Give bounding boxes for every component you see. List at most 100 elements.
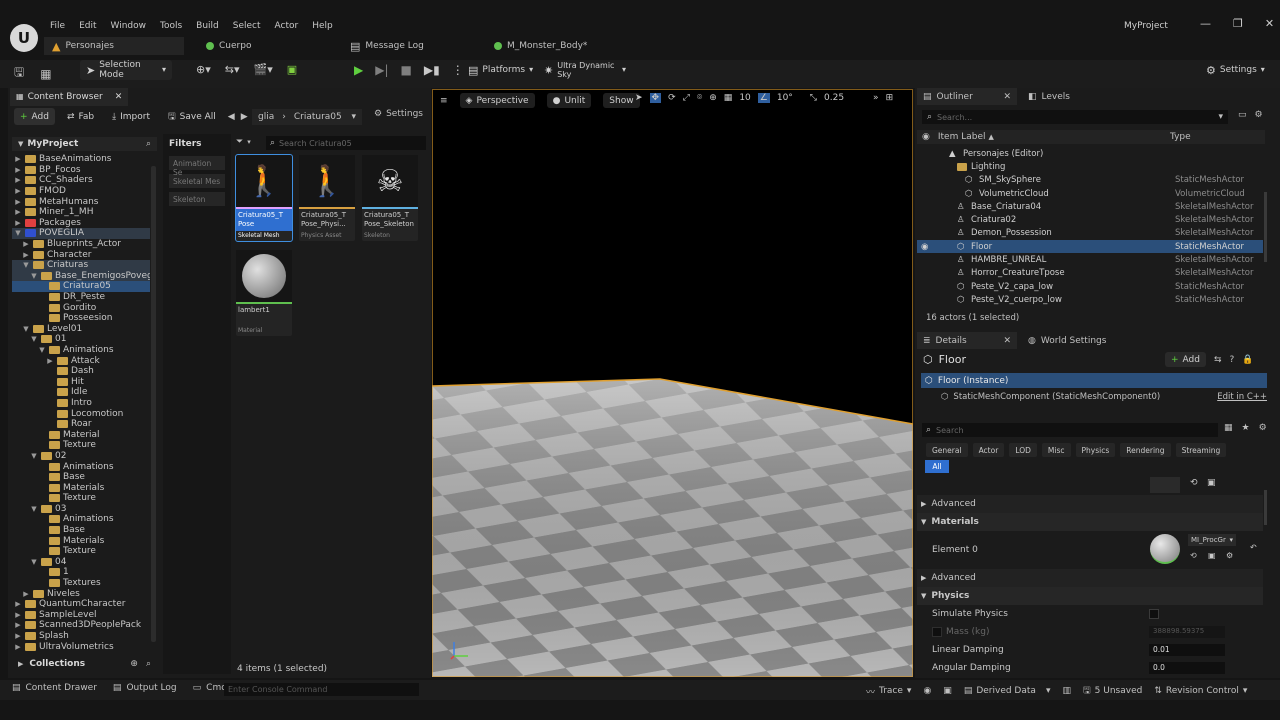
folder-tree-item[interactable]: ▼ Animations (12, 345, 150, 356)
visibility-icon[interactable]: ◉ (921, 242, 933, 252)
world-local-icon[interactable]: ⊕ (709, 93, 717, 103)
close-icon[interactable]: ✕ (1265, 17, 1274, 30)
menu-help[interactable]: Help (312, 21, 333, 31)
folder-tree-item[interactable]: Locomotion (12, 408, 150, 419)
folder-tree-item[interactable]: ▶ Splash (12, 631, 150, 642)
blueprint-icon[interactable]: ⇆▾ (225, 63, 240, 76)
breadcrumb-item[interactable]: Criatura05 (294, 112, 342, 122)
scale-tool-icon[interactable]: ⤢ (683, 93, 690, 103)
close-icon[interactable]: ✕ (1003, 336, 1011, 346)
unsaved-button[interactable]: 🖫 5 Unsaved (1083, 683, 1142, 699)
folder-tree-item[interactable]: Hit (12, 376, 150, 387)
folder-tree-item[interactable]: Base (12, 525, 150, 536)
chevron-right-icon[interactable]: ▶ (14, 643, 22, 651)
chevron-down-icon[interactable]: ▼ (30, 558, 38, 566)
layout-icon[interactable]: ⊞ (886, 93, 894, 103)
fab-button[interactable]: ⇄ Fab (61, 108, 100, 125)
content-icon[interactable]: ▦ (40, 67, 51, 81)
add-component-button[interactable]: + Add (1165, 352, 1206, 367)
chevron-right-icon[interactable]: ▶ (14, 155, 22, 163)
folder-tree-item[interactable]: Posseesion (12, 313, 150, 324)
chevron-right-icon[interactable]: ▶ (14, 166, 22, 174)
chevron-right-icon[interactable]: ▶ (14, 611, 22, 619)
advanced-expander-2[interactable]: ▶ Advanced (917, 569, 1263, 587)
category-filter-button[interactable]: General (926, 443, 968, 457)
folder-tree-item[interactable]: ▶ Scanned3DPeoplePack (12, 620, 150, 631)
outliner-row[interactable]: ⬡ Peste_V2_capa_low StaticMeshActor (917, 280, 1263, 293)
cb-settings-button[interactable]: ⚙ Settings (374, 109, 423, 119)
select-tool-icon[interactable]: ➤ (635, 93, 643, 103)
chevron-down-icon[interactable]: ▼ (38, 346, 46, 354)
folder-tree-item[interactable]: ▶ UltraVolumetrics (12, 641, 150, 652)
record-icon[interactable]: ◉ (923, 686, 931, 696)
chevron-right-icon[interactable]: ▶ (14, 219, 22, 227)
edit-cpp-link[interactable]: Edit in C++ (1217, 392, 1267, 402)
asset-tile[interactable]: lambert1 Material (236, 250, 292, 336)
tab-message-log[interactable]: ▤ Message Log (342, 37, 472, 55)
modes-icon[interactable]: ▣ (287, 63, 297, 76)
scale-snap-icon[interactable]: ⤡ (810, 93, 817, 103)
chevron-right-icon[interactable]: ▶ (14, 176, 22, 184)
chevron-down-icon[interactable]: ▼ (14, 229, 22, 237)
unreal-logo-icon[interactable]: U (10, 24, 38, 52)
settings-icon[interactable]: ⚙ (1255, 110, 1263, 120)
tab-details[interactable]: ≣ Details ✕ (917, 332, 1017, 349)
tree-root[interactable]: ▼ MyProject ⌕ (12, 137, 157, 151)
use-selected-icon[interactable]: ▣ (1208, 551, 1216, 560)
tree-scrollbar[interactable] (151, 166, 156, 642)
component-instance-row[interactable]: ⬡ Floor (Instance) (921, 373, 1267, 388)
tab-content-browser[interactable]: ▦ Content Browser ✕ (10, 88, 129, 106)
category-filter-button[interactable]: Rendering (1120, 443, 1171, 457)
trace-dropdown[interactable]: 〰 Trace ▾ (866, 685, 911, 698)
folder-tree-item[interactable]: ▼ Criaturas (12, 259, 150, 271)
outliner-row[interactable]: ♙ Horror_CreatureTpose SkeletalMeshActor (917, 267, 1263, 280)
folder-tree-item[interactable]: Intro (12, 398, 150, 409)
simulate-physics-checkbox[interactable] (1149, 609, 1159, 619)
asset-tile[interactable]: 🚶 Criatura05_T Pose Skeletal Mesh (235, 154, 293, 242)
save-all-button[interactable]: 🖫 Save All (162, 108, 222, 125)
outliner-row[interactable]: ♙ Criatura02 SkeletalMeshActor (917, 213, 1263, 226)
folder-tree-item[interactable]: ▶ CC_Shaders (12, 175, 150, 186)
chart-icon[interactable]: ▥ (1062, 686, 1071, 696)
material-thumbnail[interactable] (1150, 534, 1180, 564)
tab-outliner[interactable]: ▤ Outliner ✕ (917, 88, 1017, 105)
selection-mode-dropdown[interactable]: ➤ Selection Mode ▾ (80, 60, 172, 80)
material-dropdown[interactable]: MI_ProcGr ▾ (1188, 534, 1236, 546)
category-filter-button[interactable]: LOD (1009, 443, 1037, 457)
chevron-down-icon[interactable]: ▾ (351, 112, 356, 122)
filter-chip[interactable]: Skeleton (169, 192, 225, 206)
collections-header[interactable]: ▶ Collections ⊕ ⌕ (12, 657, 157, 671)
level-viewport[interactable] (432, 89, 913, 677)
folder-tree-item[interactable]: Materials (12, 482, 150, 493)
folder-tree-item[interactable]: Texture (12, 440, 150, 451)
folder-tree-item[interactable]: ▶ QuantumCharacter (12, 599, 150, 610)
sky-dropdown[interactable]: ✷ Ultra Dynamic Sky ▾ (538, 60, 632, 80)
help-icon[interactable]: ? (1230, 355, 1235, 365)
chevron-down-icon[interactable]: ▼ (30, 452, 38, 460)
physics-section-header[interactable]: ▼ Physics (917, 587, 1263, 605)
menu-tools[interactable]: Tools (160, 21, 182, 31)
launch-icon[interactable]: ▶▮ (424, 63, 440, 77)
tab-personajes[interactable]: ▲ Personajes (44, 37, 184, 55)
step-icon[interactable]: ▶| (375, 63, 388, 77)
reset-icon[interactable]: ↶ (1250, 543, 1257, 552)
use-selected-icon[interactable]: ▣ (1207, 478, 1216, 488)
more-icon[interactable]: » (873, 93, 879, 103)
rotation-snap-value[interactable]: 10° (777, 93, 793, 103)
folder-tree-item[interactable]: ▼ 02 (12, 451, 150, 462)
breadcrumb-item[interactable]: glia (258, 112, 274, 122)
category-filter-button[interactable]: Actor (972, 443, 1005, 457)
asset-tile[interactable]: 🚶 Criatura05_T Pose_Physi... Physics Asset (299, 155, 355, 241)
folder-tree-item[interactable]: ▶ Blueprints_Actor (12, 239, 150, 250)
search-icon[interactable]: ⌕ (146, 659, 151, 669)
folder-tree-item[interactable]: ▶ Character (12, 249, 150, 260)
scale-snap-value[interactable]: 0.25 (824, 93, 844, 103)
close-icon[interactable]: ✕ (115, 92, 123, 102)
chevron-right-icon[interactable]: ▶ (22, 240, 30, 248)
chevron-down-icon[interactable]: ▼ (22, 261, 30, 269)
platforms-dropdown[interactable]: ▤ Platforms ▾ (462, 60, 533, 80)
stats-icon[interactable]: ▣ (943, 686, 952, 696)
folder-tree-item[interactable]: Material (12, 429, 150, 440)
outliner-row[interactable]: ◉ ⬡ Floor StaticMeshActor (917, 240, 1263, 254)
folder-tree-item[interactable]: Roar (12, 419, 150, 430)
